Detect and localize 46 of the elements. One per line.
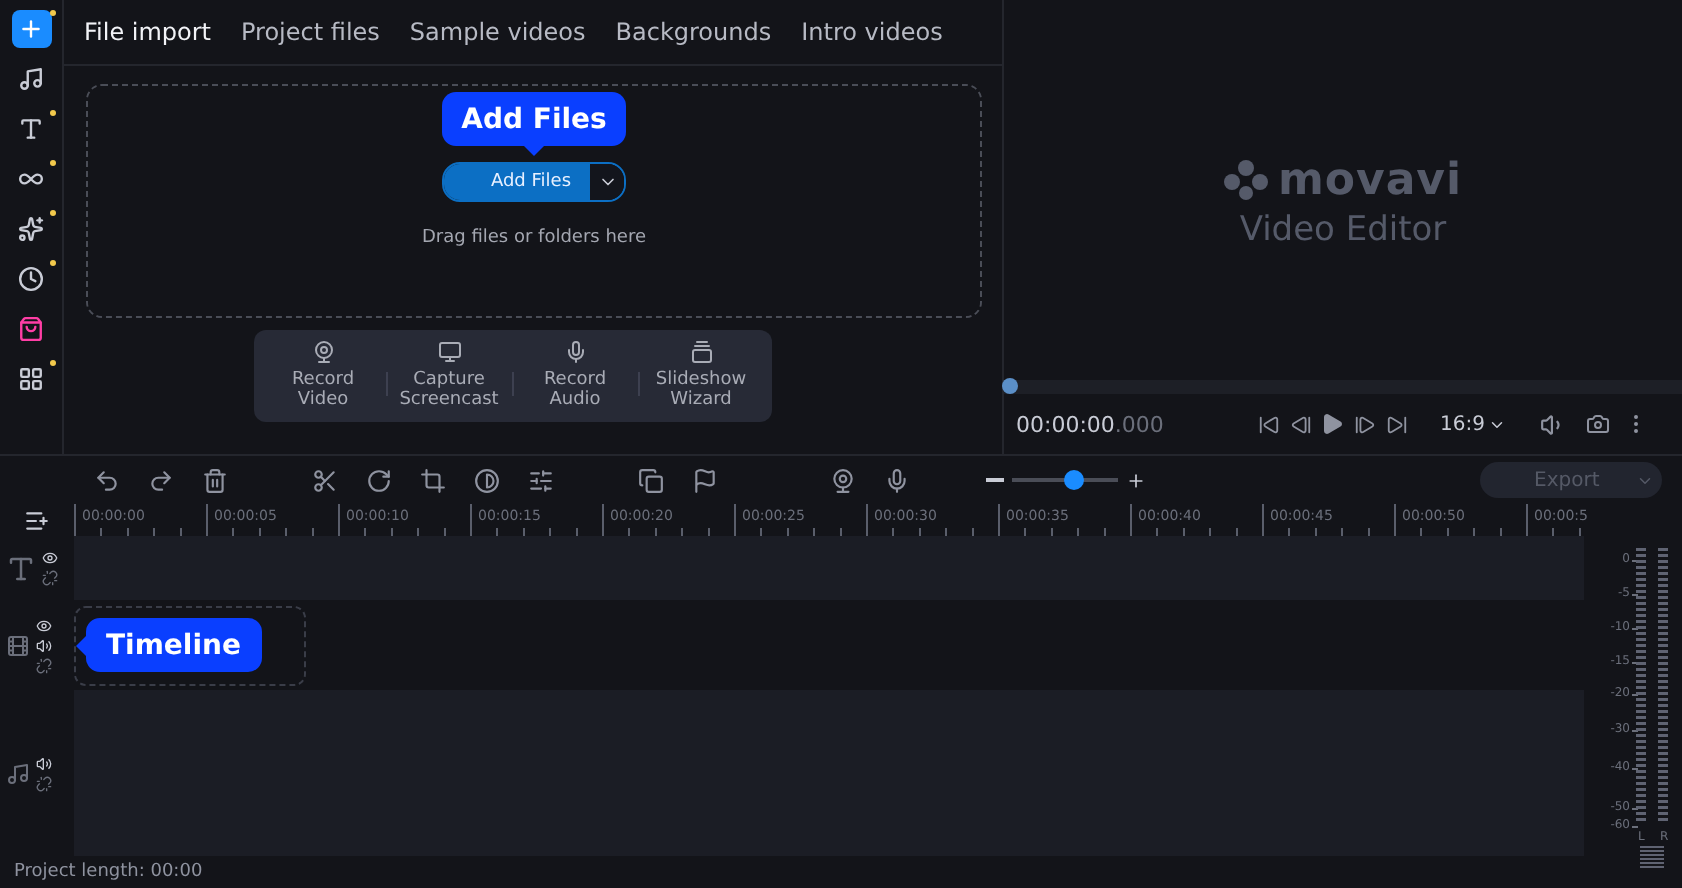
eye-icon[interactable] xyxy=(36,617,52,633)
speaker-icon[interactable] xyxy=(36,755,52,771)
tab[interactable]: Project files xyxy=(241,18,380,46)
unlink-icon[interactable] xyxy=(36,775,52,791)
logo-subtitle: Video Editor xyxy=(1239,209,1447,249)
text-icon xyxy=(18,116,44,142)
microphone-icon xyxy=(563,340,587,364)
action-button[interactable]: Record Audio xyxy=(513,340,637,412)
drop-hint: Drag files or folders here xyxy=(422,228,646,248)
sparkles-icon xyxy=(18,216,44,242)
logo-text: movavi xyxy=(1277,155,1463,205)
film-icon xyxy=(6,633,30,657)
action-button[interactable]: Record Video xyxy=(261,340,385,412)
callout: Timeline xyxy=(76,618,261,672)
logo-icon xyxy=(1223,160,1268,200)
monitor-icon xyxy=(437,340,461,364)
callout: Add Files xyxy=(441,92,627,156)
unlink-icon[interactable] xyxy=(36,657,52,673)
text-icon xyxy=(6,553,36,583)
playhead[interactable] xyxy=(1002,378,1018,394)
tab[interactable]: File import xyxy=(84,18,212,46)
webcam-icon xyxy=(311,340,335,364)
tab[interactable]: Intro videos xyxy=(801,18,943,46)
speaker-icon[interactable] xyxy=(36,637,52,653)
slides-icon xyxy=(689,340,713,364)
plus-icon xyxy=(18,16,44,42)
bag-icon xyxy=(18,316,44,342)
grid-icon xyxy=(18,366,44,392)
tab[interactable]: Backgrounds xyxy=(615,18,772,46)
drop-zone[interactable]: Add Files Add Files Drag files or folders here xyxy=(86,84,982,318)
tab[interactable]: Sample videos xyxy=(409,18,586,46)
eye-icon[interactable] xyxy=(42,550,58,566)
action-button[interactable]: Capture Screencast xyxy=(387,340,511,412)
meter-icon[interactable] xyxy=(1640,846,1664,868)
music-icon xyxy=(18,66,44,92)
timecode: 00:00:00.000 xyxy=(1016,411,1166,437)
action-button[interactable]: Slideshow Wizard xyxy=(639,340,763,412)
sidebar-button[interactable] xyxy=(11,10,51,48)
aspect-ratio-button[interactable]: 16:9 xyxy=(1440,413,1507,435)
progress-track[interactable] xyxy=(1004,380,1682,394)
status-text: Project length: 00:00 xyxy=(12,860,205,886)
music-icon xyxy=(6,761,30,785)
add-files-button[interactable]: Add Files xyxy=(444,164,590,200)
unlink-icon[interactable] xyxy=(42,570,58,586)
add-track-icon[interactable] xyxy=(24,507,50,533)
clock-icon xyxy=(18,266,44,292)
